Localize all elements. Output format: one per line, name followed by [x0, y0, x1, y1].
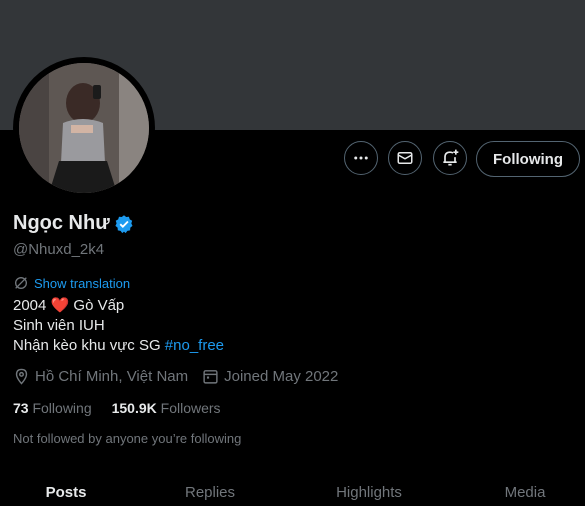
- translate-icon: [15, 277, 27, 289]
- notify-button[interactable]: [433, 141, 467, 175]
- follow-stats: 73 Following 150.9K Followers: [13, 400, 241, 416]
- location-pin-icon: [15, 368, 28, 385]
- message-button[interactable]: [388, 141, 422, 175]
- tab-media[interactable]: Media: [505, 484, 546, 501]
- location-item: Hồ Chí Minh, Việt Nam: [13, 368, 188, 385]
- tab-replies[interactable]: Replies: [185, 484, 235, 501]
- following-count-link[interactable]: 73 Following: [13, 400, 92, 416]
- bio-line-3-text: Nhận kèo khu vực SG: [13, 337, 161, 354]
- bio-line-1: 2004 ❤️ Gò Vấp: [13, 296, 224, 316]
- show-translation-link[interactable]: Show translation: [13, 275, 130, 291]
- profile-name: Ngọc Như: [13, 212, 110, 234]
- profile-name-row: Ngọc Như: [13, 212, 134, 235]
- mail-icon: [397, 152, 413, 164]
- profile-tabs: Posts Replies Highlights Media: [0, 474, 585, 506]
- bio-line-3: Nhận kèo khu vực SG #no_free: [13, 336, 224, 356]
- following-label: Following: [32, 400, 92, 416]
- more-icon: [354, 156, 368, 160]
- verified-badge-icon[interactable]: [114, 214, 134, 234]
- tab-posts[interactable]: Posts: [46, 484, 87, 501]
- bio-district: Gò Vấp: [73, 297, 125, 314]
- location-text: Hồ Chí Minh, Việt Nam: [35, 368, 189, 385]
- heart-icon: ❤️: [50, 297, 70, 314]
- not-followed-note: Not followed by anyone you’re following: [13, 431, 242, 446]
- more-button[interactable]: [344, 141, 378, 175]
- hashtag-link[interactable]: #no_free: [165, 337, 224, 354]
- profile-meta: Hồ Chí Minh, Việt Nam Joined May 2022: [13, 368, 352, 385]
- profile-bio: 2004 ❤️ Gò Vấp Sinh viên IUH Nhận kèo kh…: [13, 296, 224, 356]
- joined-text: Joined May 2022: [224, 368, 339, 385]
- bell-plus-icon: [443, 149, 459, 166]
- profile-actions: Following: [0, 141, 585, 177]
- joined-item: Joined May 2022: [202, 368, 338, 385]
- tab-highlights[interactable]: Highlights: [336, 484, 402, 501]
- calendar-icon: [203, 370, 218, 384]
- bio-line-2: Sinh viên IUH: [13, 317, 105, 334]
- followers-label: Followers: [160, 400, 221, 416]
- profile-handle: @Nhuxd_2k4: [13, 241, 105, 258]
- followers-count: 150.9K: [111, 400, 157, 416]
- bio-year: 2004: [13, 297, 47, 314]
- show-translation-label: Show translation: [34, 275, 131, 291]
- following-count: 73: [13, 400, 29, 416]
- following-button[interactable]: Following: [476, 141, 580, 177]
- followers-count-link[interactable]: 150.9K Followers: [112, 400, 221, 416]
